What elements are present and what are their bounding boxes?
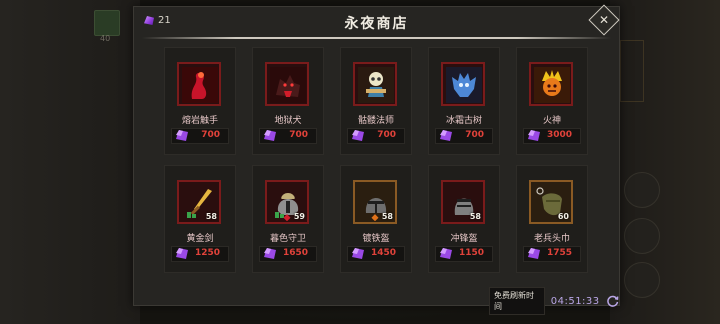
- item-icon-frame: 59: [265, 180, 309, 224]
- item-icon-frame: [353, 62, 397, 106]
- shop-item-card[interactable]: 冰霜古树 700: [428, 47, 500, 155]
- gem-icon: [440, 130, 452, 141]
- item-name: 熔岩触手: [181, 116, 218, 126]
- item-level: 58: [381, 212, 393, 221]
- item-name: 暮色守卫: [269, 234, 306, 244]
- price-tag[interactable]: 700: [259, 128, 317, 144]
- title-divider: [142, 37, 611, 39]
- item-icon-frame: [529, 62, 573, 106]
- item-name: 黄金剑: [186, 234, 214, 244]
- item-price: 700: [289, 130, 308, 140]
- background-potion-button[interactable]: [624, 218, 660, 254]
- gem-icon: [176, 248, 188, 259]
- item-price: 1650: [282, 248, 308, 258]
- item-icon-frame: [177, 62, 221, 106]
- item-level: 58: [469, 212, 481, 221]
- item-icon-frame: 58: [441, 180, 485, 224]
- shop-item-card[interactable]: 58 黄金剑 1250: [164, 165, 236, 273]
- item-level: 60: [557, 212, 569, 221]
- shop-item-card[interactable]: 熔岩触手 700: [164, 47, 236, 155]
- gem-icon: [440, 248, 452, 259]
- shop-item-card[interactable]: 58 冲锋盔 1150: [428, 165, 500, 273]
- shop-item-card[interactable]: 骷髅法师 700: [340, 47, 412, 155]
- price-tag[interactable]: 1650: [259, 246, 317, 262]
- item-name: 骷髅法师: [357, 116, 394, 126]
- item-price: 700: [465, 130, 484, 140]
- background-wall: [620, 40, 644, 102]
- background-inventory-count: 40: [100, 34, 111, 43]
- refresh-timer: 免费刷新时间 04:51:33: [489, 287, 619, 315]
- item-price: 1250: [194, 248, 220, 258]
- item-price: 1755: [546, 248, 572, 258]
- frost-ancient-icon: [446, 67, 482, 103]
- fire-god-icon: [534, 67, 570, 103]
- item-price: 1150: [458, 248, 484, 258]
- price-tag[interactable]: 700: [171, 128, 229, 144]
- item-price: 700: [201, 130, 220, 140]
- background-left: [0, 0, 140, 324]
- item-price: 700: [377, 130, 396, 140]
- gem-icon: [528, 248, 540, 259]
- lava-tentacle-icon: [182, 67, 218, 103]
- gem-icon: [352, 130, 364, 141]
- item-name: 火神: [542, 116, 561, 126]
- item-name: 老兵头巾: [533, 234, 570, 244]
- price-tag[interactable]: 1150: [435, 246, 493, 262]
- background-menu-button[interactable]: [624, 262, 660, 298]
- item-level: 59: [293, 212, 305, 221]
- refresh-icon[interactable]: [606, 294, 619, 308]
- gem-icon: [264, 248, 276, 259]
- gem-icon: [352, 248, 364, 259]
- shop-header: 21 永夜商店 ✕: [134, 4, 620, 41]
- item-level: 58: [205, 212, 217, 221]
- item-icon-frame: 58: [353, 180, 397, 224]
- background-inventory-slot: [94, 10, 120, 36]
- price-tag[interactable]: 1450: [347, 246, 405, 262]
- shop-panel: 21 永夜商店 ✕ 熔岩触手 700 地狱犬 700 骷髅法师 700 冰霜古树 700 火神 3…: [133, 4, 620, 315]
- item-icon-frame: [265, 62, 309, 106]
- shop-item-card[interactable]: 地狱犬 700: [252, 47, 324, 155]
- hellhound-icon: [270, 67, 306, 103]
- skeleton-mage-icon: [358, 67, 394, 103]
- refresh-countdown: 04:51:33: [550, 295, 600, 307]
- item-name: 地狱犬: [274, 116, 302, 126]
- item-icon-frame: 58: [177, 180, 221, 224]
- close-icon: ✕: [598, 13, 610, 27]
- background-party-button[interactable]: [624, 172, 660, 208]
- refresh-label: 免费刷新时间: [489, 287, 545, 315]
- shop-item-card[interactable]: 59 暮色守卫 1650: [252, 165, 324, 273]
- item-name: 镀铁盔: [362, 234, 390, 244]
- price-tag[interactable]: 3000: [523, 128, 581, 144]
- price-tag[interactable]: 700: [347, 128, 405, 144]
- shop-item-card[interactable]: 60 老兵头巾 1755: [516, 165, 588, 273]
- item-price: 1450: [370, 248, 396, 258]
- item-name: 冲锋盔: [450, 234, 478, 244]
- item-icon-frame: 60: [529, 180, 573, 224]
- gem-icon: [176, 130, 188, 141]
- gem-icon: [528, 130, 540, 141]
- gem-icon: [264, 130, 276, 141]
- price-tag[interactable]: 1755: [523, 246, 581, 262]
- item-price: 3000: [546, 130, 572, 140]
- item-name: 冰霜古树: [445, 116, 482, 126]
- price-tag[interactable]: 700: [435, 128, 493, 144]
- item-icon-frame: [441, 62, 485, 106]
- shop-title: 永夜商店: [344, 16, 409, 32]
- price-tag[interactable]: 1250: [171, 246, 229, 262]
- shop-item-card[interactable]: 火神 3000: [516, 47, 588, 155]
- shop-item-card[interactable]: 58 镀铁盔 1450: [340, 165, 412, 273]
